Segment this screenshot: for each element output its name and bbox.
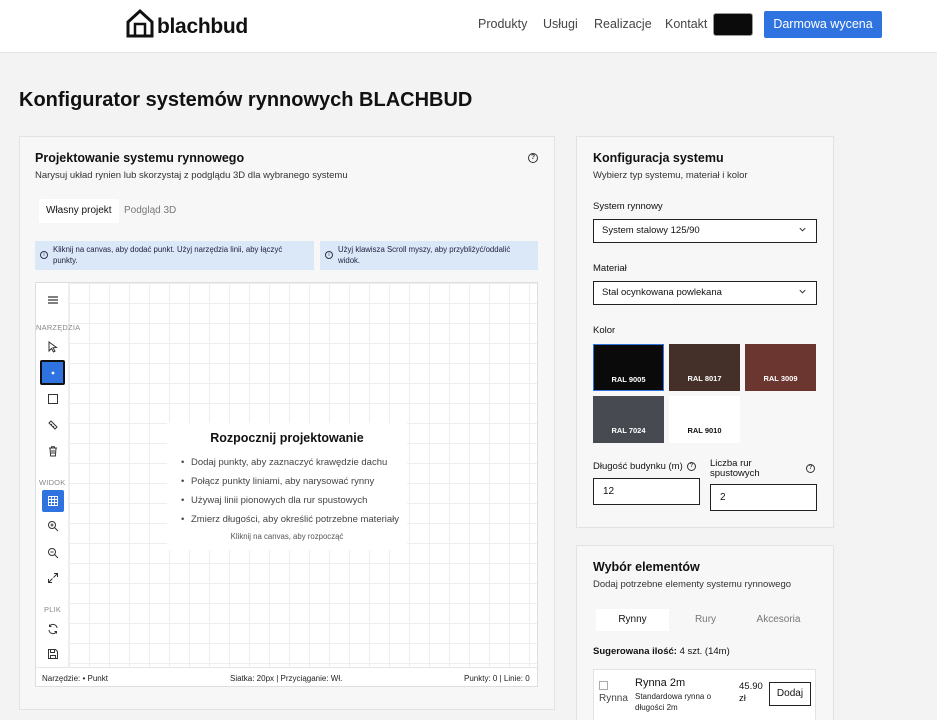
downpipes-input[interactable]: 2 (710, 484, 817, 511)
product-image-broken: Rynna (599, 681, 629, 705)
elements-subtitle: Dodaj potrzebne elementy systemu rynnowe… (593, 579, 792, 590)
start-title: Rozpocznij projektowanie (210, 431, 364, 445)
nav-realizacje-link[interactable]: Realizacje (594, 17, 652, 31)
status-grid: Siatka: 20px | Przyciąganie: Wł. (230, 674, 343, 683)
tab-rynny[interactable]: Rynny (596, 609, 669, 631)
system-select-value: System stalowy 125/90 (602, 225, 700, 236)
zoom-in-icon[interactable] (42, 515, 64, 537)
status-counts: Punkty: 0 | Linie: 0 (464, 674, 530, 683)
info-box-scroll: i Użyj klawisza Scroll myszy, aby przybl… (320, 241, 538, 270)
color-swatch-label: RAL 3009 (763, 374, 798, 383)
length-label: Długość budynku (m) (593, 461, 683, 472)
material-select-value: Stal ocynkowana powlekana (602, 287, 722, 298)
info-icon: i (40, 251, 48, 259)
start-panel: Rozpocznij projektowanie Dodaj punkty, a… (167, 423, 407, 550)
chevron-down-icon (799, 227, 806, 232)
length-input[interactable]: 12 (593, 478, 700, 505)
color-swatch-ral-7024[interactable]: RAL 7024 (593, 396, 664, 443)
file-section-label: PLIK (44, 605, 62, 614)
color-swatch-ral-3009[interactable]: RAL 3009 (745, 344, 816, 391)
tab-podglad-3d[interactable]: Podgląd 3D (117, 199, 183, 223)
tab-rury[interactable]: Rury (669, 609, 742, 631)
product-description: Standardowa rynna o długości 2m (635, 692, 712, 712)
fit-screen-icon[interactable] (42, 567, 64, 589)
info-box-canvas: i Kliknij na canvas, aby dodać punkt. Uż… (35, 241, 314, 270)
list-item: Połącz punkty liniami, aby narysować ryn… (179, 472, 399, 491)
color-swatch-label: RAL 9010 (687, 426, 722, 435)
add-product-button[interactable]: Dodaj (769, 682, 811, 706)
help-icon[interactable]: ? (528, 153, 538, 163)
start-hint: Kliknij na canvas, aby rozpocząć (230, 532, 344, 541)
dark-mode-toggle[interactable] (713, 13, 753, 36)
page-title: Konfigurator systemów rynnowych BLACHBUD (19, 89, 473, 111)
drawing-canvas[interactable]: NARZĘDZIA WIDOK PLIK Rozpocznij projekto… (35, 282, 538, 687)
color-swatch-label: RAL 9005 (611, 375, 646, 384)
zoom-out-icon[interactable] (42, 542, 64, 564)
help-icon[interactable]: ? (806, 464, 815, 473)
config-title: Konfiguracja systemu (593, 151, 724, 165)
system-select[interactable]: System stalowy 125/90 (593, 219, 817, 243)
elements-title: Wybór elementów (593, 560, 700, 574)
help-icon[interactable]: ? (687, 462, 696, 471)
logo-text: blachbud (157, 15, 248, 38)
view-section-label: WIDOK (39, 478, 66, 487)
status-tool: Narzędzie: • Punkt (42, 674, 108, 683)
tab-wlasny-projekt[interactable]: Własny projekt (39, 199, 119, 223)
list-item: Używaj linii pionowych dla rur spustowyc… (179, 491, 399, 510)
rectangle-tool-icon[interactable] (42, 388, 64, 410)
tools-section-label: NARZĘDZIA (36, 323, 81, 332)
logo[interactable]: blachbud (126, 8, 248, 40)
canvas-status-bar: Narzędzie: • Punkt Siatka: 20px | Przyci… (36, 667, 537, 686)
color-swatch-ral-9005[interactable]: RAL 9005 (593, 344, 664, 391)
product-card: Rynna Rynna 2m Standardowa rynna o długo… (593, 669, 816, 720)
color-label: Kolor (593, 325, 616, 336)
select-pointer-icon[interactable] (42, 336, 64, 358)
product-name: Rynna 2m (635, 677, 686, 689)
color-swatch-label: RAL 8017 (687, 374, 722, 383)
house-logo-icon (126, 8, 154, 38)
product-image-alt: Rynna (599, 693, 628, 704)
config-subtitle: Wybierz typ systemu, materiał i kolor (593, 170, 748, 181)
system-label: System rynnowy (593, 201, 663, 212)
color-swatch-label: RAL 7024 (611, 426, 646, 435)
info-text-scroll: Użyj klawisza Scroll myszy, aby przybliż… (338, 245, 511, 265)
nav-produkty-link[interactable]: Produkty (478, 17, 527, 31)
color-swatch-ral-8017[interactable]: RAL 8017 (669, 344, 740, 391)
chevron-down-icon (799, 289, 806, 294)
trash-icon[interactable] (42, 440, 64, 462)
designer-subtitle: Narysuj układ rynien lub skorzystaj z po… (35, 170, 348, 181)
list-item: Zmierz długości, aby określić potrzebne … (179, 510, 399, 529)
site-header: blachbud Produkty Usługi Realizacje Kont… (0, 0, 937, 53)
suggested-value: 4 szt. (14m) (679, 646, 730, 657)
nav-uslugi-link[interactable]: Usługi (543, 17, 578, 31)
material-label: Materiał (593, 263, 627, 274)
product-price-currency: zł (739, 693, 746, 704)
color-swatch-ral-9010[interactable]: RAL 9010 (669, 396, 740, 443)
free-quote-button[interactable]: Darmowa wycena (764, 11, 882, 38)
reset-icon[interactable] (42, 618, 64, 640)
downpipes-label: Liczba rur spustowych (710, 458, 760, 479)
suggested-label: Sugerowana ilość: (593, 646, 677, 657)
product-price: 45.90 zł (739, 681, 763, 705)
info-icon: i (325, 251, 333, 259)
start-steps-list: Dodaj punkty, aby zaznaczyć krawędzie da… (179, 453, 399, 529)
point-tool-icon[interactable] (40, 360, 65, 385)
save-icon[interactable] (42, 643, 64, 665)
list-item: Dodaj punkty, aby zaznaczyć krawędzie da… (179, 453, 399, 472)
designer-title: Projektowanie systemu rynnowego (35, 151, 245, 165)
nav-kontakt-link[interactable]: Kontakt (665, 17, 707, 31)
tab-akcesoria[interactable]: Akcesoria (742, 609, 815, 631)
ruler-tool-icon[interactable] (42, 414, 64, 436)
canvas-toolbar: NARZĘDZIA WIDOK PLIK (36, 283, 80, 667)
suggested-quantity: Sugerowana ilość: 4 szt. (14m) (593, 646, 730, 657)
info-text-canvas: Kliknij na canvas, aby dodać punkt. Użyj… (53, 245, 283, 265)
menu-icon[interactable] (42, 289, 64, 311)
product-price-value: 45.90 (739, 681, 763, 692)
material-select[interactable]: Stal ocynkowana powlekana (593, 281, 817, 305)
grid-toggle-icon[interactable] (42, 490, 64, 512)
